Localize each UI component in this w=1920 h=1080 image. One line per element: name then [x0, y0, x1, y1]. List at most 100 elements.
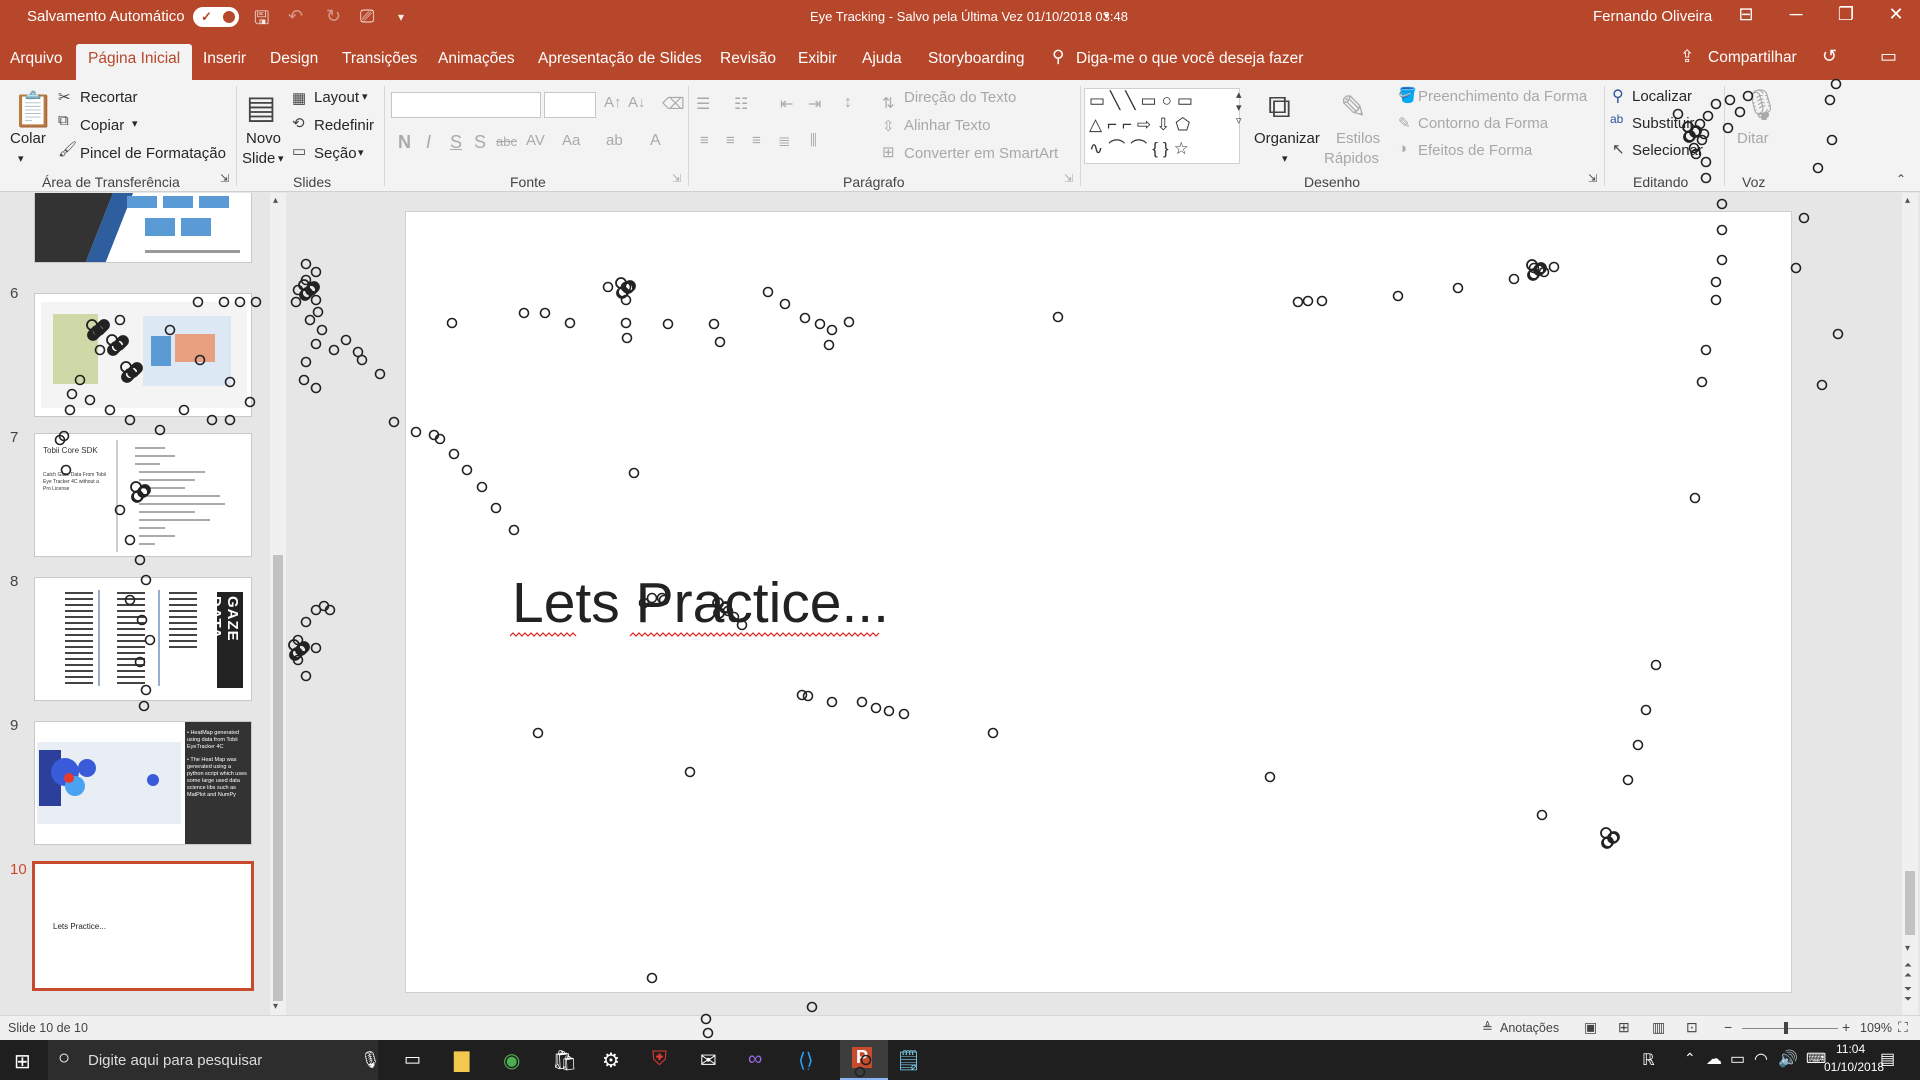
current-slide[interactable]: Lets Practice... — [405, 211, 1792, 993]
highlight-icon[interactable]: ab — [606, 132, 623, 149]
change-case-icon[interactable]: Aa — [562, 132, 580, 149]
fit-slide-icon[interactable]: ⛶ — [1898, 1019, 1908, 1036]
tab-revisao[interactable]: Revisão — [720, 50, 776, 68]
shrink-font-icon[interactable]: A↓ — [628, 94, 646, 111]
italic-icon[interactable]: I — [426, 132, 431, 153]
thumbnail-scrollbar[interactable]: ▴ ▾ — [270, 193, 286, 1015]
volume-icon[interactable]: 🔊 — [1778, 1049, 1798, 1069]
align-center-icon[interactable]: ≡ — [726, 132, 735, 149]
chevron-down-icon[interactable]: ▾ — [358, 146, 364, 159]
chevron-down-icon[interactable]: ▾ — [1282, 152, 1288, 165]
dialog-launcher-icon[interactable]: ⇲ — [1588, 172, 1597, 185]
previous-slide-icon[interactable]: ⏶ ⏶ — [1904, 961, 1912, 981]
format-painter-button[interactable]: Pincel de Formatação — [80, 145, 226, 162]
scroll-down-icon[interactable]: ▾ — [1905, 943, 1910, 954]
slide-thumbnail-9[interactable]: • HeatMap generated using data from Tobi… — [34, 721, 252, 845]
tell-me-search[interactable]: Diga-me o que você deseja fazer — [1076, 50, 1303, 68]
customize-qat-icon[interactable]: ▾ — [398, 10, 404, 24]
reading-view-icon[interactable]: ▥ — [1652, 1019, 1665, 1036]
tab-design[interactable]: Design — [270, 50, 318, 68]
cut-button[interactable]: Recortar — [80, 89, 138, 106]
increase-indent-icon[interactable]: ⇥ — [808, 94, 821, 114]
task-view-icon[interactable]: ▭ — [404, 1049, 421, 1070]
present-icon[interactable]: ⎚ — [360, 6, 374, 27]
windows-start-icon[interactable]: ⊞ — [14, 1049, 31, 1074]
slide-thumbnail-10[interactable]: Lets Practice... — [32, 861, 254, 991]
notepad-icon[interactable]: 🗒 — [896, 1048, 921, 1073]
history-icon[interactable]: ↺ — [1822, 46, 1837, 67]
mcafee-icon[interactable]: ⛨ — [652, 1048, 667, 1071]
select-button[interactable]: Selecionar — [1632, 142, 1703, 159]
section-button[interactable]: Seção — [314, 145, 357, 162]
align-left-icon[interactable]: ≡ — [700, 132, 709, 149]
quick-styles-label-1[interactable]: Estilos — [1336, 130, 1380, 147]
powerpoint-taskbar-button[interactable]: P — [840, 1040, 888, 1080]
vscode-icon[interactable]: ⟨⟩ — [798, 1048, 814, 1073]
font-size-combo[interactable] — [544, 92, 596, 118]
notifications-icon[interactable]: ▤ — [1880, 1049, 1895, 1069]
numbering-icon[interactable]: ☷ — [734, 94, 748, 114]
store-icon[interactable]: 🛍 — [552, 1048, 577, 1073]
decrease-indent-icon[interactable]: ⇤ — [780, 94, 793, 114]
scroll-thumb[interactable] — [273, 555, 283, 1001]
tray-chevron-icon[interactable]: ⌃ — [1684, 1050, 1696, 1067]
shapes-gallery[interactable]: ▭╲╲▭○▭ △⌐⌐⇨⇩⬠ ∿⌒⌒{}☆ — [1084, 88, 1240, 164]
clear-format-icon[interactable]: ⌫ — [662, 94, 685, 114]
shape-effects-button[interactable]: Efeitos de Forma — [1418, 142, 1532, 159]
scroll-thumb[interactable] — [1905, 871, 1915, 935]
copy-button[interactable]: Copiar — [80, 117, 124, 134]
slide-thumbnail-5[interactable] — [34, 193, 252, 263]
microphone-icon[interactable]: 🎙 — [360, 1050, 380, 1070]
quick-styles-label-2[interactable]: Rápidos — [1324, 150, 1379, 167]
minimize-icon[interactable]: ─ — [1776, 4, 1816, 25]
zoom-slider[interactable] — [1742, 1028, 1838, 1029]
tab-storyboarding[interactable]: Storyboarding — [928, 50, 1025, 68]
bullets-icon[interactable]: ☰ — [696, 94, 710, 114]
next-slide-icon[interactable]: ⏷ ⏷ — [1904, 985, 1912, 1005]
zoom-slider-handle[interactable] — [1784, 1022, 1788, 1034]
user-name[interactable]: Fernando Oliveira — [1593, 8, 1712, 25]
arrange-icon[interactable]: ⧉ — [1268, 88, 1291, 126]
bold-icon[interactable]: N — [398, 132, 411, 153]
zoom-in-icon[interactable]: + — [1842, 1019, 1850, 1035]
redo-icon[interactable]: ↻ — [326, 6, 341, 27]
chevron-down-icon[interactable]: ▾ — [18, 152, 24, 165]
tab-pagina-inicial[interactable]: Página Inicial — [76, 44, 193, 80]
grow-font-icon[interactable]: A↑ — [604, 94, 622, 111]
close-icon[interactable]: ✕ — [1876, 4, 1916, 25]
spacing-icon[interactable]: AV — [526, 132, 545, 149]
new-slide-label-2[interactable]: Slide — [242, 150, 275, 167]
align-right-icon[interactable]: ≡ — [752, 132, 761, 149]
scroll-up-icon[interactable]: ▴ — [273, 195, 278, 206]
dialog-launcher-icon[interactable]: ⇲ — [220, 172, 229, 185]
new-slide-icon[interactable]: ▤ — [246, 88, 276, 126]
align-text-button[interactable]: Alinhar Texto — [904, 117, 990, 134]
dialog-launcher-icon[interactable]: ⇲ — [672, 172, 681, 185]
columns-icon[interactable]: ⫼ — [810, 132, 817, 149]
smartart-button[interactable]: Converter em SmartArt — [904, 145, 1058, 162]
gallery-scroll-icon[interactable]: ▴ ▾ ▿ — [1236, 88, 1242, 127]
tab-arquivo[interactable]: Arquivo — [10, 50, 63, 68]
scroll-up-icon[interactable]: ▴ — [1905, 195, 1910, 206]
slide-thumbnail-8[interactable]: GAZE DATA — [34, 577, 252, 701]
slideshow-icon[interactable]: ⊡ — [1686, 1019, 1698, 1036]
visual-studio-icon[interactable]: ∞ — [748, 1048, 762, 1071]
clock-date[interactable]: 01/10/2018 — [1824, 1060, 1884, 1074]
chrome-icon[interactable]: ◉ — [503, 1048, 520, 1073]
microphone-icon[interactable]: 🎙 — [1742, 88, 1780, 123]
justify-icon[interactable]: ≣ — [778, 132, 791, 150]
tab-inserir[interactable]: Inserir — [203, 50, 246, 68]
layout-button[interactable]: Layout — [314, 89, 359, 106]
dialog-launcher-icon[interactable]: ⇲ — [1064, 172, 1073, 185]
text-direction-button[interactable]: Direção do Texto — [904, 89, 1016, 106]
tab-exibir[interactable]: Exibir — [798, 50, 837, 68]
save-icon[interactable]: 🖫 — [254, 6, 269, 34]
slide-title[interactable]: Lets Practice... — [512, 570, 889, 636]
tab-transicoes[interactable]: Transições — [342, 50, 417, 68]
battery-icon[interactable]: ▭ — [1730, 1049, 1745, 1069]
font-color-icon[interactable]: A — [650, 132, 661, 150]
shape-fill-button[interactable]: Preenchimento da Forma — [1418, 88, 1587, 105]
slide-sorter-icon[interactable]: ⊞ — [1618, 1019, 1630, 1036]
file-explorer-icon[interactable]: ▇ — [454, 1048, 469, 1073]
autosave-toggle[interactable]: ✓ — [193, 7, 239, 27]
